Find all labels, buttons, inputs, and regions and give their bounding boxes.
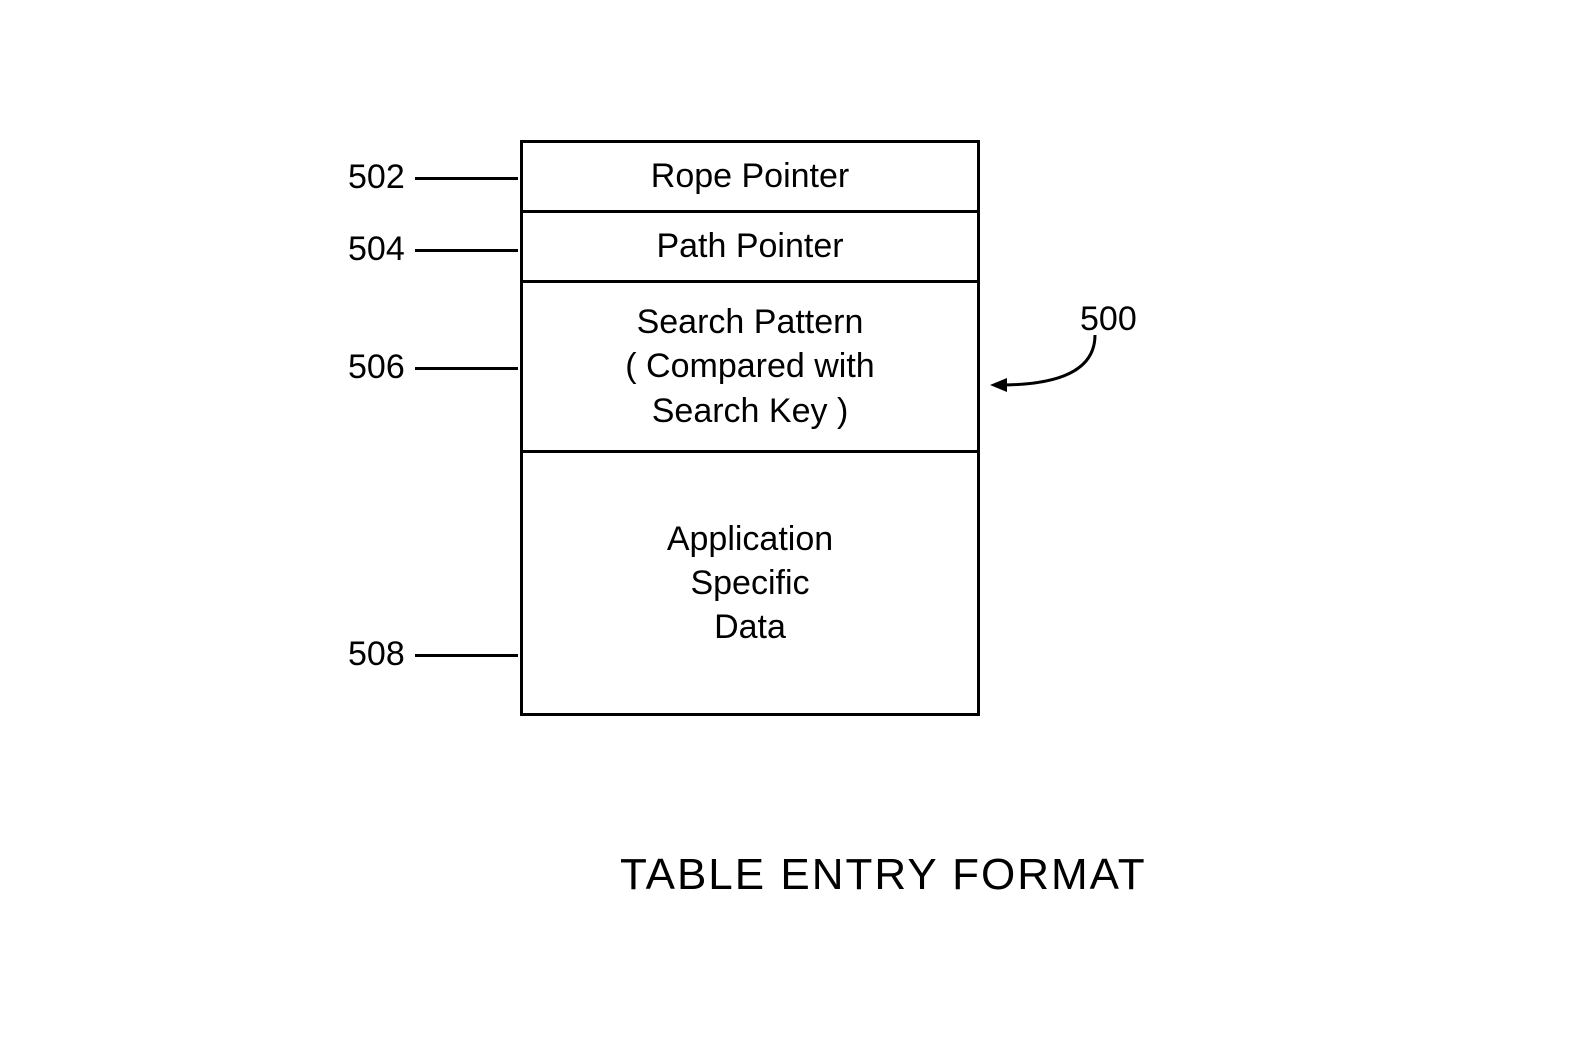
row-rope-pointer: Rope Pointer bbox=[523, 143, 977, 213]
leader-line-506 bbox=[415, 367, 518, 370]
leader-line-508 bbox=[415, 654, 518, 657]
reference-502: 502 bbox=[348, 158, 405, 197]
curved-arrow-500 bbox=[985, 330, 1105, 410]
table-entry-diagram: Rope Pointer Path Pointer Search Pattern… bbox=[520, 140, 980, 716]
row-search-pattern-line1: Search Pattern bbox=[637, 300, 864, 344]
reference-508: 508 bbox=[348, 635, 405, 674]
reference-504: 504 bbox=[348, 230, 405, 269]
diagram-title: TABLE ENTRY FORMAT bbox=[620, 850, 1147, 900]
row-path-pointer: Path Pointer bbox=[523, 213, 977, 283]
leader-line-502 bbox=[415, 177, 518, 180]
row-app-data-line3: Data bbox=[714, 605, 786, 649]
row-search-pattern: Search Pattern ( Compared with Search Ke… bbox=[523, 283, 977, 453]
leader-line-504 bbox=[415, 249, 518, 252]
row-search-pattern-line2: ( Compared with bbox=[625, 344, 874, 388]
row-rope-pointer-label: Rope Pointer bbox=[651, 154, 849, 198]
row-app-data-line2: Specific bbox=[690, 561, 809, 605]
row-path-pointer-label: Path Pointer bbox=[656, 224, 843, 268]
table-box: Rope Pointer Path Pointer Search Pattern… bbox=[520, 140, 980, 716]
row-app-data-line1: Application bbox=[667, 517, 833, 561]
reference-506: 506 bbox=[348, 348, 405, 387]
row-search-pattern-line3: Search Key ) bbox=[652, 389, 849, 433]
row-app-specific-data: Application Specific Data bbox=[523, 453, 977, 713]
